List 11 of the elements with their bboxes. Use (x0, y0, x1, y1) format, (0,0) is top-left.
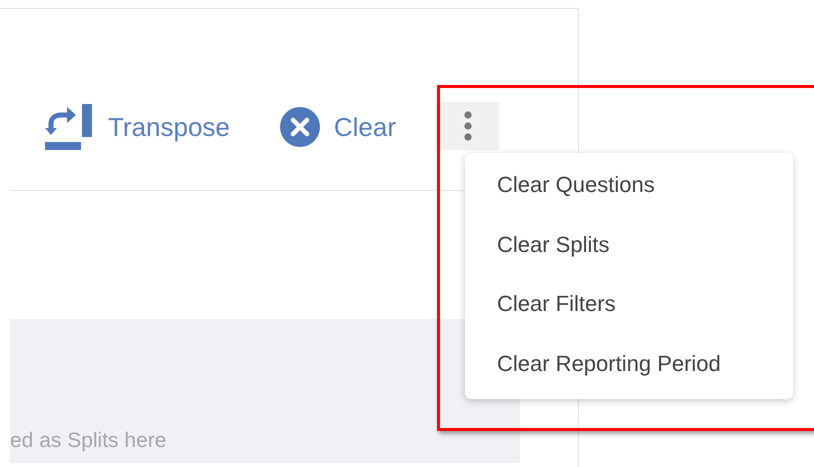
menu-item[interactable]: Clear Filters (465, 274, 793, 334)
menu-item[interactable]: Clear Questions (465, 155, 793, 214)
clear-icon (280, 107, 320, 147)
more-icon (464, 111, 472, 141)
transpose-button[interactable]: Transpose (45, 104, 230, 150)
menu-item[interactable]: Clear Splits (465, 214, 793, 274)
clear-button[interactable]: Clear (280, 104, 396, 150)
drop-hint: ed as Splits here (10, 428, 166, 454)
menu-item[interactable]: Clear Reporting Period (465, 334, 793, 393)
more-menu-button[interactable] (436, 102, 500, 150)
transpose-icon (45, 104, 94, 150)
